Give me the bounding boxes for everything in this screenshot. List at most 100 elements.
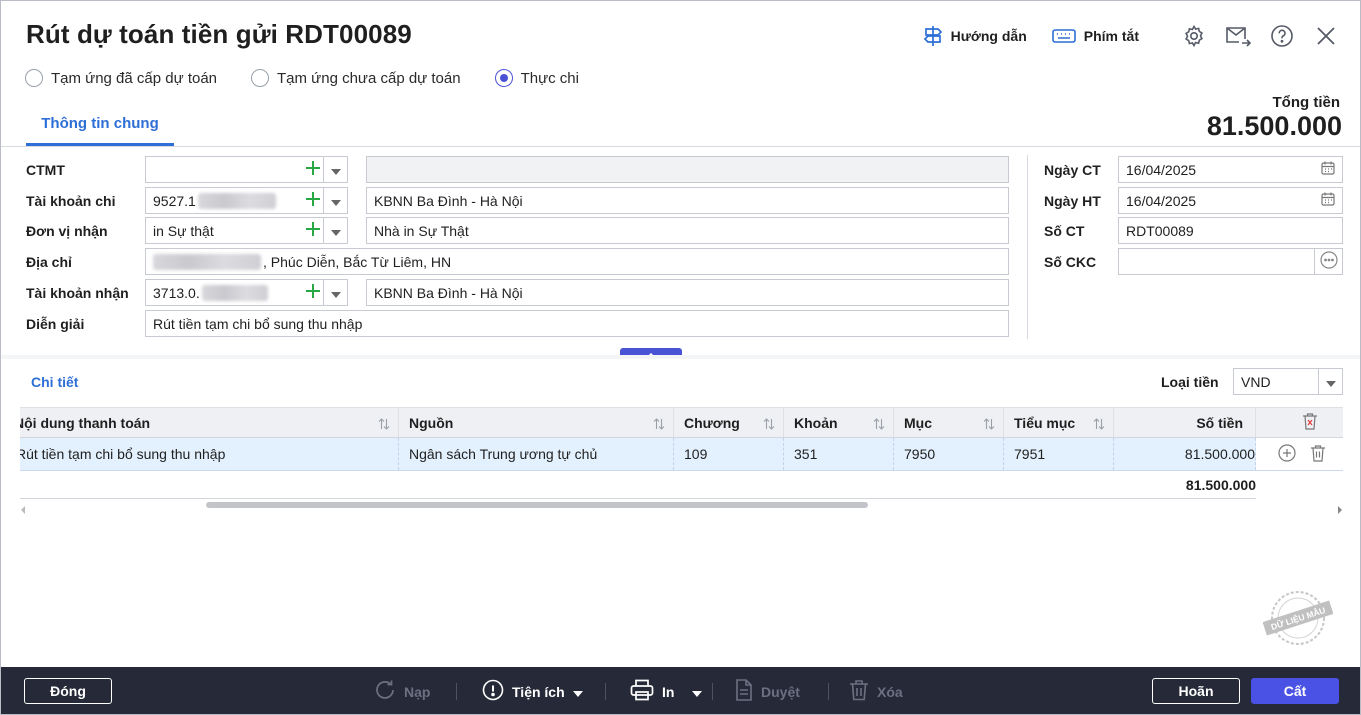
keyboard-icon <box>1051 28 1076 44</box>
ctmt-description <box>366 156 1009 183</box>
plus-icon <box>306 284 320 301</box>
caret-down-icon <box>330 285 341 301</box>
add-row-icon[interactable] <box>1278 443 1296 465</box>
gear-icon <box>1185 24 1203 48</box>
col-header-content[interactable]: Nội dung thanh toán <box>20 408 399 437</box>
voucher-date-picker[interactable] <box>1314 157 1342 182</box>
col-header-label: Số tiền <box>1196 414 1243 431</box>
delete-all-rows-button[interactable] <box>1256 408 1343 437</box>
send-mail-button[interactable] <box>1224 22 1252 50</box>
signpost-icon <box>923 25 943 47</box>
spend-account-add-button[interactable] <box>301 188 325 213</box>
cell-amount[interactable]: 81.500.000 <box>1114 438 1256 470</box>
shortcuts-link[interactable]: Phím tắt <box>1051 28 1139 44</box>
horizontal-scrollbar[interactable] <box>20 501 1343 514</box>
footer-separator <box>605 683 606 700</box>
ctmt-dropdown-button[interactable] <box>323 157 347 182</box>
tab-general-info[interactable]: Thông tin chung <box>26 111 174 146</box>
radio-actual-spending[interactable]: Thực chi <box>494 69 579 87</box>
settings-button[interactable] <box>1180 22 1208 50</box>
col-header-source[interactable]: Nguồn <box>399 408 674 437</box>
ctmt-add-button[interactable] <box>301 157 325 182</box>
col-header-chapter[interactable]: Chương <box>674 408 784 437</box>
tab-detail[interactable]: Chi tiết <box>31 374 78 390</box>
explanation-input[interactable]: Rút tiền tạm chi bổ sung thu nhập <box>145 310 1009 337</box>
spend-account-dropdown-button[interactable] <box>323 188 347 213</box>
cell-chapter[interactable]: 109 <box>674 438 784 470</box>
plus-icon <box>306 222 320 239</box>
print-button[interactable]: In <box>630 667 703 714</box>
voucher-no-input[interactable]: RDT00089 <box>1118 217 1343 244</box>
total-label: Tổng tiền <box>1272 94 1341 111</box>
approve-button[interactable]: Duyệt <box>735 667 800 714</box>
table-row[interactable]: Rút tiền tạm chi bổ sung thu nhập Ngân s… <box>20 438 1343 471</box>
footer-bar: Đóng Nạp Tiện ích In Duyệt Xóa Hoãn Cất <box>1 667 1360 714</box>
voucher-date-value: 16/04/2025 <box>1126 161 1197 178</box>
trash-red-icon <box>1302 412 1318 433</box>
close-button[interactable] <box>1312 22 1340 50</box>
recipient-dropdown-button[interactable] <box>323 218 347 243</box>
guide-link[interactable]: Hướng dẫn <box>923 25 1027 47</box>
transfer-no-input[interactable] <box>1118 248 1343 275</box>
form-divider <box>1027 155 1028 339</box>
col-header-label: Nội dung thanh toán <box>20 414 151 431</box>
load-button[interactable]: Nạp <box>374 667 430 714</box>
col-header-label: Tiểu mục <box>1014 414 1076 431</box>
posting-date-input[interactable]: 16/04/2025 <box>1118 187 1343 214</box>
save-button[interactable]: Cất <box>1251 678 1339 704</box>
sort-icon <box>983 417 995 433</box>
receive-account-add-button[interactable] <box>301 280 325 305</box>
help-icon <box>1271 25 1293 47</box>
section-separator <box>1 355 1360 359</box>
receive-account-label: Tài khoản nhận <box>26 285 129 301</box>
explanation-label: Diễn giải <box>26 316 85 332</box>
close-icon <box>1317 27 1335 45</box>
cell-item[interactable]: 7950 <box>894 438 1004 470</box>
cell-subitem[interactable]: 7951 <box>1004 438 1114 470</box>
currency-dropdown-button[interactable] <box>1318 369 1342 394</box>
dialog-window: Rút dự toán tiền gửi RDT00089 Hướng dẫn … <box>0 0 1361 715</box>
footer-separator <box>456 683 457 700</box>
scroll-left-icon[interactable] <box>20 501 26 517</box>
voucher-no-value: RDT00089 <box>1126 222 1194 239</box>
delete-row-icon[interactable] <box>1310 444 1326 465</box>
receive-account-dropdown-button[interactable] <box>323 280 347 305</box>
receive-account-bank[interactable]: KBNN Ba Đình - Hà Nội <box>366 279 1009 306</box>
radio-advance-allocated[interactable]: Tạm ứng đã cấp dự toán <box>25 69 217 87</box>
recipient-name[interactable]: Nhà in Sự Thật <box>366 217 1009 244</box>
utilities-button[interactable]: Tiện ích <box>482 667 583 714</box>
spend-account-bank[interactable]: KBNN Ba Đình - Hà Nội <box>366 187 1009 214</box>
cell-content[interactable]: Rút tiền tạm chi bổ sung thu nhập <box>20 438 399 470</box>
delete-button[interactable]: Xóa <box>849 667 903 714</box>
scrollbar-thumb[interactable] <box>206 502 868 508</box>
voucher-date-input[interactable]: 16/04/2025 <box>1118 156 1343 183</box>
col-header-section[interactable]: Khoản <box>784 408 894 437</box>
approve-label: Duyệt <box>761 683 800 700</box>
col-header-amount[interactable]: Số tiền <box>1114 408 1256 437</box>
cell-source[interactable]: Ngân sách Trung ương tự chủ <box>399 438 674 470</box>
help-button[interactable] <box>1268 22 1296 50</box>
print-label: In <box>662 683 675 700</box>
close-dialog-button[interactable]: Đóng <box>24 678 112 704</box>
posting-date-label: Ngày HT <box>1044 193 1101 209</box>
radio-circle <box>251 69 270 87</box>
posting-date-picker[interactable] <box>1314 188 1342 213</box>
total-row-spacer <box>20 471 1114 498</box>
address-input[interactable]: , Phúc Diễn, Bắc Từ Liêm, HN <box>145 248 1009 275</box>
calendar-icon <box>1321 192 1335 209</box>
footer-separator <box>828 683 829 700</box>
undo-button[interactable]: Hoãn <box>1152 678 1240 704</box>
col-header-item[interactable]: Mục <box>894 408 1004 437</box>
explanation-value: Rút tiền tạm chi bổ sung thu nhập <box>153 315 363 332</box>
cell-section[interactable]: 351 <box>784 438 894 470</box>
transfer-no-more-button[interactable] <box>1314 249 1342 274</box>
trash-icon <box>849 679 869 704</box>
recipient-add-button[interactable] <box>301 218 325 243</box>
scroll-right-icon[interactable] <box>1337 501 1343 517</box>
caret-down-icon <box>692 684 703 700</box>
col-header-subitem[interactable]: Tiểu mục <box>1004 408 1114 437</box>
row-actions <box>1256 438 1343 470</box>
currency-label: Loại tiền <box>1161 374 1219 390</box>
radio-advance-unallocated[interactable]: Tạm ứng chưa cấp dự toán <box>251 69 461 87</box>
detail-section: Chi tiết Loại tiền VND Nội dung thanh to… <box>1 355 1360 667</box>
